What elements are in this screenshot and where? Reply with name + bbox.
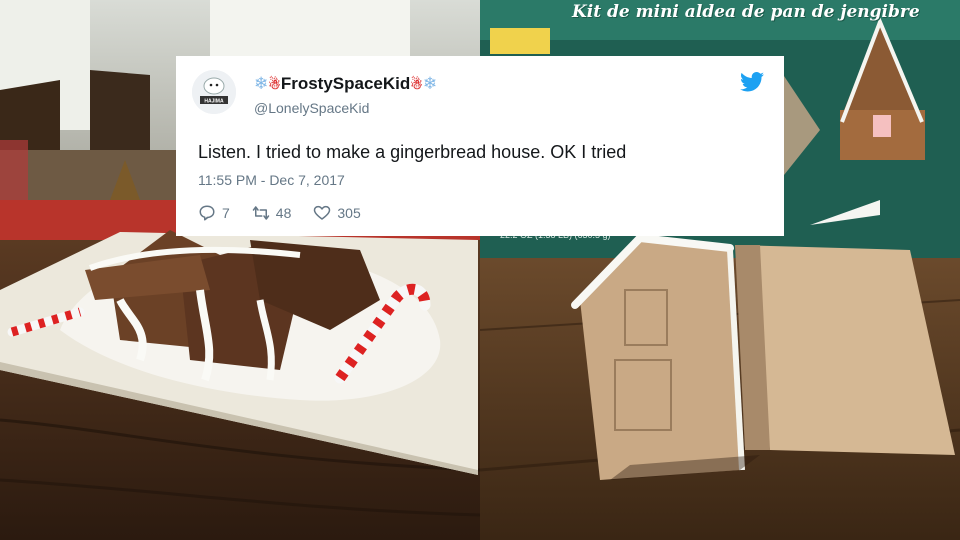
twitter-bird-icon[interactable] — [740, 72, 764, 92]
display-name-text: FrostySpaceKid — [280, 74, 411, 93]
avatar-image: HAJIMA — [192, 70, 236, 114]
snowflake-icon: ❄ — [254, 74, 269, 93]
reply-count: 7 — [222, 205, 230, 221]
display-name[interactable]: ❄☃FrostySpaceKid☃❄ — [254, 74, 437, 94]
tweet-actions: 7 48 305 — [198, 204, 361, 222]
snowman-icon: ☃ — [268, 76, 281, 92]
tweet-timestamp[interactable]: 11:55 PM - Dec 7, 2017 — [198, 172, 345, 188]
heart-icon — [314, 205, 331, 220]
retweet-icon — [252, 206, 270, 220]
retweet-button[interactable]: 48 — [252, 204, 292, 222]
avatar-badge-text: HAJIMA — [204, 99, 224, 105]
user-handle[interactable]: @LonelySpaceKid — [254, 100, 369, 116]
tweet-card: HAJIMA ❄☃FrostySpaceKid☃❄ @LonelySpaceKi… — [176, 56, 784, 236]
like-count: 305 — [337, 205, 361, 221]
avatar[interactable]: HAJIMA — [192, 70, 236, 114]
box-title-text: Kit de mini aldea de pan de jengibre — [572, 2, 920, 22]
tweet-text: Listen. I tried to make a gingerbread ho… — [198, 142, 627, 162]
retweet-count: 48 — [275, 205, 292, 221]
snowman-icon: ☃ — [410, 76, 423, 92]
reply-icon — [199, 205, 215, 221]
snowflake-icon: ❄ — [422, 74, 438, 93]
like-button[interactable]: 305 — [313, 204, 361, 222]
reply-button[interactable]: 7 — [198, 204, 230, 222]
